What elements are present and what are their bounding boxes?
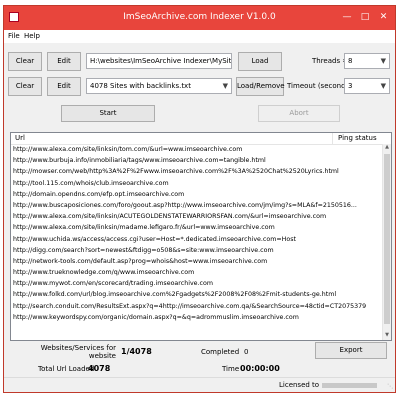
chevron-down-icon[interactable]: ▼ [381, 79, 386, 93]
sites-list-value: 4078 Sites with backlinks.txt [90, 82, 191, 90]
table-row[interactable]: http://www.folkd.com/url/blog.imseoarchi… [11, 289, 383, 300]
load-remove-button[interactable]: Load/Remove [236, 77, 285, 96]
sites-list-select[interactable]: 4078 Sites with backlinks.txt ▼ [86, 78, 232, 94]
export-button[interactable]: Export [315, 342, 387, 359]
total-url-value: 4078 [88, 364, 111, 373]
scroll-down-icon[interactable]: ▼ [383, 332, 391, 340]
table-row[interactable]: http://www.buscaposiciones.com/foro/goou… [11, 200, 383, 211]
minimize-icon[interactable]: — [339, 10, 355, 24]
edit-sites-button[interactable]: Edit [47, 52, 81, 71]
table-row[interactable]: http://www.alexa.com/site/linksin/tom.co… [11, 144, 383, 155]
timeout-value: 3 [348, 82, 353, 90]
threads-select[interactable]: 8 ▼ [344, 53, 390, 69]
time-value: 00:00:00 [240, 364, 280, 373]
table-row[interactable]: http://network-tools.com/default.asp?pro… [11, 256, 383, 267]
table-row[interactable]: http://www.keywordspy.com/organic/domain… [11, 312, 383, 323]
edit-list-button[interactable]: Edit [47, 77, 81, 96]
completed-label: Completed [201, 348, 240, 356]
title-bar[interactable]: ImSeoArchive.com Indexer V1.0.0 — □ ✕ [4, 6, 395, 30]
column-ping-status[interactable]: Ping status [338, 134, 377, 142]
scroll-thumb[interactable] [384, 154, 390, 324]
licensed-label: Licensed to [279, 381, 378, 389]
table-row[interactable]: http://www.alexa.com/site/linksin/ACUTEG… [11, 211, 383, 222]
url-table[interactable]: Url Ping status http://www.alexa.com/sit… [10, 132, 392, 341]
menu-help[interactable]: Help [24, 32, 40, 40]
table-row[interactable]: http://search.conduit.com/ResultsExt.asp… [11, 301, 383, 312]
table-row[interactable]: http://www.mywot.com/en/scorecard/tradin… [11, 278, 383, 289]
table-row[interactable]: http://www.uchida.ws/access/access.cgi?u… [11, 234, 383, 245]
abort-button[interactable]: Abort [258, 105, 340, 122]
websites-value: 1/4078 [121, 347, 152, 356]
menu-file[interactable]: File [8, 32, 20, 40]
column-divider [332, 133, 333, 144]
sites-path-input[interactable]: H:\websites\ImSeoArchive Indexer\MySites… [86, 53, 232, 69]
status-bar: Licensed to ⋱ [4, 377, 395, 392]
licensed-text: Licensed to [279, 381, 320, 389]
table-row[interactable]: http://mowser.com/web/http%3A%2F%2Fwww.i… [11, 166, 383, 177]
timeout-label: Timeout (seconds) [287, 82, 352, 90]
table-row[interactable]: http://digg.com/search?sort=newest&ftdig… [11, 245, 383, 256]
window-title: ImSeoArchive.com Indexer V1.0.0 [123, 12, 276, 22]
chevron-down-icon[interactable]: ▼ [223, 79, 228, 93]
app-window: ImSeoArchive.com Indexer V1.0.0 — □ ✕ Fi… [3, 5, 396, 393]
table-row[interactable]: http://tool.115.com/whois/club.imseoarch… [11, 178, 383, 189]
table-row[interactable]: http://www.alexa.com/site/linksin/madame… [11, 222, 383, 233]
timeout-select[interactable]: 3 ▼ [344, 78, 390, 94]
websites-label-2: website [88, 352, 116, 360]
clear-list-button[interactable]: Clear [8, 77, 42, 96]
chevron-down-icon[interactable]: ▼ [381, 54, 386, 68]
websites-label-1: Websites/Services for [40, 344, 116, 352]
time-label: Time [222, 365, 240, 373]
total-url-label: Total Url Loaded [38, 365, 95, 373]
table-body: http://www.alexa.com/site/linksin/tom.co… [11, 144, 383, 340]
clear-sites-button[interactable]: Clear [8, 52, 42, 71]
threads-value: 8 [348, 57, 353, 65]
close-icon[interactable]: ✕ [375, 10, 392, 24]
table-row[interactable]: http://www.trueknowledge.com/q/www.imseo… [11, 267, 383, 278]
table-row[interactable]: http://domain.opendns.com/efp.opt.imseoa… [11, 189, 383, 200]
licensee-redacted [322, 382, 378, 388]
completed-value: 0 [244, 348, 249, 356]
vertical-scrollbar[interactable]: ▲ ▼ [382, 144, 391, 340]
menu-bar: File Help [4, 30, 395, 43]
threads-label: Threads = [312, 57, 349, 65]
table-row[interactable]: http://www.burbuja.info/inmobiliaria/tag… [11, 155, 383, 166]
maximize-icon[interactable]: □ [357, 10, 373, 24]
start-button[interactable]: Start [61, 105, 155, 122]
scroll-up-icon[interactable]: ▲ [383, 144, 391, 152]
column-url[interactable]: Url [15, 134, 25, 142]
load-button[interactable]: Load [238, 52, 282, 71]
resize-grip-icon[interactable]: ⋱ [387, 383, 393, 390]
